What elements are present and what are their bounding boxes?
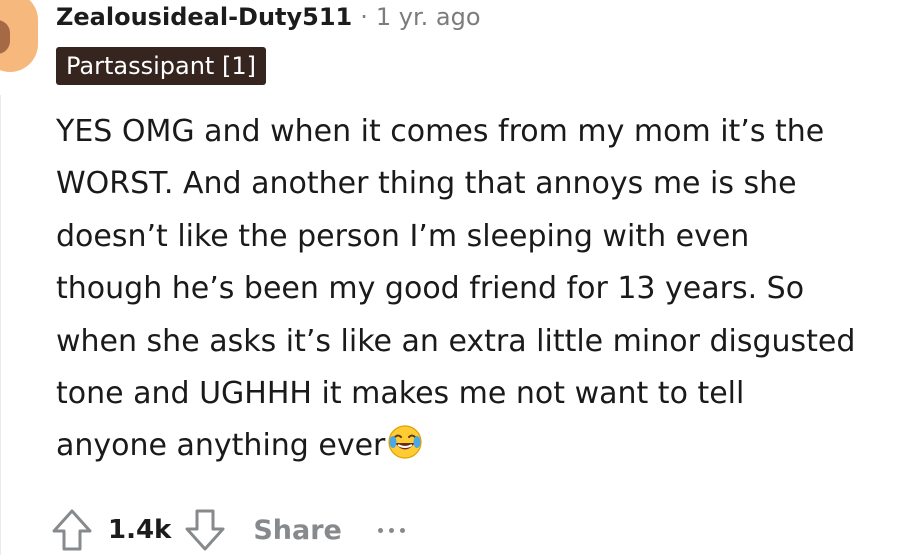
comment-last-line: anyone anything ever: [56, 420, 916, 477]
comment-line-text: anyone anything ever: [56, 428, 386, 464]
comment-line: YES OMG and when it comes from my mom it…: [56, 114, 825, 149]
more-options-icon[interactable]: [377, 527, 405, 533]
thread-line[interactable]: [0, 95, 1, 555]
comment-line: though he’s been my good friend for 13 y…: [56, 271, 805, 307]
user-flair: Partassipant [1]: [56, 47, 266, 85]
comment-line: tone and UGHHH it makes me not want to t…: [56, 376, 745, 412]
more-dot: [377, 527, 383, 533]
face-with-tears-of-joy-icon: [387, 424, 423, 477]
comment-actions: 1.4k Share: [50, 505, 405, 555]
comment-line: doesn’t like the person I’m sleeping wit…: [56, 218, 750, 254]
meta-separator: ·: [360, 3, 368, 31]
comment-meta: Zealousideal-Duty511 · 1 yr. ago: [56, 0, 481, 34]
comment-line: WORST. And another thing that annoys me …: [56, 166, 797, 202]
share-button[interactable]: Share: [253, 515, 342, 546]
avatar[interactable]: [0, 0, 38, 72]
comment-line: when she asks it’s like an extra little …: [56, 323, 856, 359]
username[interactable]: Zealousideal-Duty511: [56, 3, 352, 31]
timestamp[interactable]: 1 yr. ago: [376, 3, 481, 31]
comment-body: YES OMG and when it comes from my mom it…: [56, 106, 916, 478]
more-dot: [399, 527, 405, 533]
more-dot: [388, 527, 394, 533]
vote-score: 1.4k: [108, 515, 172, 545]
upvote-icon[interactable]: [50, 507, 94, 553]
downvote-icon[interactable]: [183, 507, 227, 553]
